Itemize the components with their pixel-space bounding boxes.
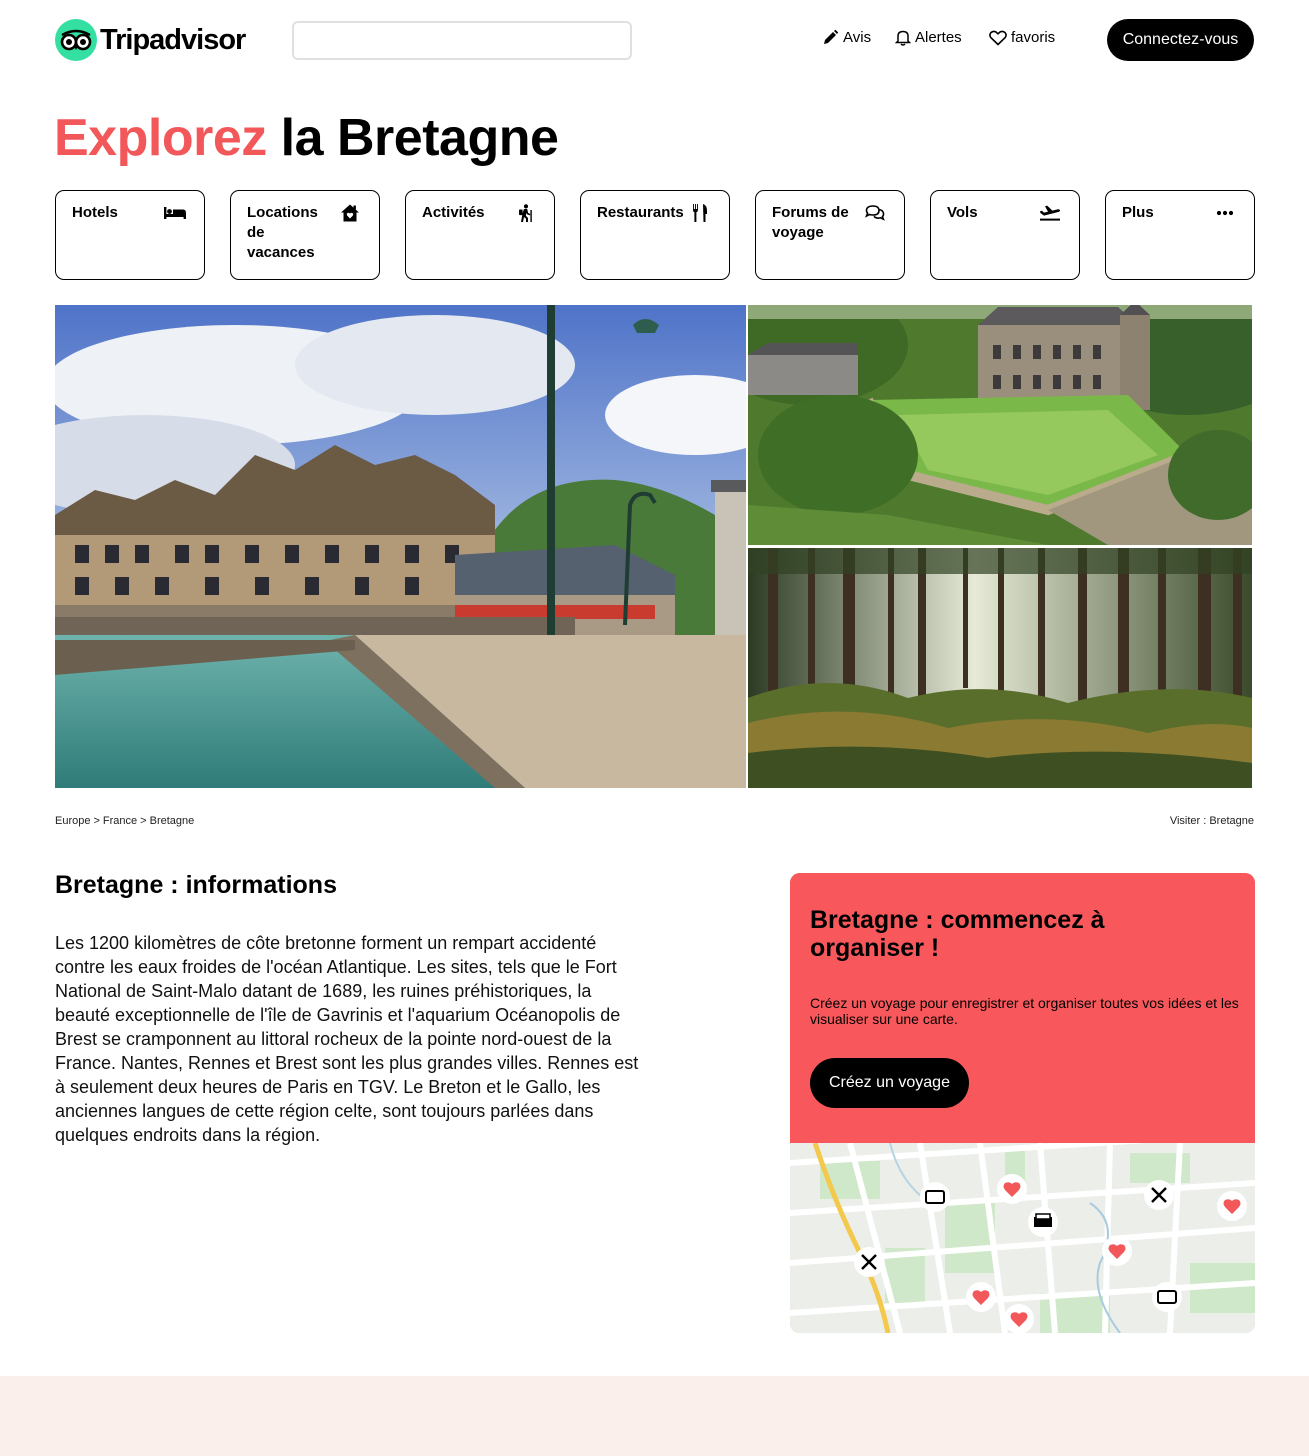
site-header: Tripadvisor Avis Alertes favoris Connect… [0, 0, 1309, 80]
login-button[interactable]: Connectez-vous [1107, 19, 1254, 61]
trip-description: Créez un voyage pour enregistrer et orga… [810, 995, 1239, 1027]
breadcrumb-separator: > [93, 815, 100, 827]
trip-planner-header: Bretagne : commencez à organiser ! Créez… [790, 873, 1255, 1143]
trip-title: Bretagne : commencez à organiser ! [810, 906, 1105, 962]
search-input[interactable] [292, 21, 632, 60]
trip-map[interactable] [790, 1143, 1255, 1333]
tile-activities[interactable]: Activités [405, 190, 555, 280]
tile-flights[interactable]: Vols [930, 190, 1080, 280]
nav-reviews-label: Avis [843, 29, 872, 46]
breadcrumb-bretagne: Bretagne [149, 815, 195, 827]
visit-label: Visiter : Bretagne [1169, 815, 1254, 827]
photo-harbor-town[interactable] [55, 305, 746, 788]
brand-name: Tripadvisor [100, 23, 246, 56]
breadcrumb-europe[interactable]: Europe [55, 815, 90, 827]
tile-label: Restaurants [597, 204, 684, 221]
tile-more[interactable]: Plus [1105, 190, 1255, 280]
tile-travel-forums[interactable]: Forums de voyage [755, 190, 905, 280]
house-icon [339, 204, 361, 222]
tripadvisor-logo[interactable]: Tripadvisor [55, 19, 246, 61]
tile-hotels[interactable]: Hotels [55, 190, 205, 280]
category-tiles: Hotels Locations de vacances Activités R… [55, 190, 1255, 280]
owl-logo-icon [55, 19, 97, 61]
tile-vacation-rentals[interactable]: Locations de vacances [230, 190, 380, 280]
tile-label: Vols [947, 204, 978, 221]
bell-icon [895, 29, 911, 46]
tile-label: Locations de vacances [247, 204, 318, 261]
nav-alerts-label: Alertes [915, 29, 962, 46]
pencil-icon [822, 29, 839, 46]
photo-forest[interactable] [748, 548, 1252, 788]
create-trip-button[interactable]: Créez un voyage [810, 1058, 969, 1108]
breadcrumb-france[interactable]: France [103, 815, 137, 827]
page-title-rest: la Bretagne [266, 109, 559, 167]
cutlery-icon [689, 204, 711, 222]
bed-icon [164, 204, 186, 222]
breadcrumb: Europe > France > Bretagne [55, 815, 194, 827]
nav-favorites-label: favoris [1011, 29, 1056, 46]
footer-band [0, 1376, 1309, 1456]
page-title: Explorez la Bretagne [54, 108, 559, 168]
nav-reviews[interactable]: Avis [822, 29, 871, 46]
chat-bubbles-icon [864, 204, 886, 222]
tile-label: Hotels [72, 204, 118, 221]
page-title-highlight: Explorez [54, 109, 267, 167]
tile-label: Forums de voyage [772, 204, 849, 241]
breadcrumb-separator: > [140, 815, 147, 827]
heart-icon [989, 30, 1007, 46]
tile-label: Activités [422, 204, 485, 221]
info-title: Bretagne : informations [55, 871, 337, 899]
plane-icon [1039, 204, 1061, 222]
photo-chateau[interactable] [748, 305, 1252, 545]
nav-favorites[interactable]: favoris [989, 29, 1055, 46]
tile-restaurants[interactable]: Restaurants [580, 190, 730, 280]
photo-gallery [55, 305, 1252, 788]
tile-label: Plus [1122, 204, 1154, 221]
hiker-icon [514, 204, 536, 222]
nav-alerts[interactable]: Alertes [895, 29, 962, 46]
more-icon [1214, 204, 1236, 222]
trip-planner-card: Bretagne : commencez à organiser ! Créez… [790, 873, 1255, 1333]
info-text: Les 1200 kilomètres de côte bretonne for… [55, 933, 639, 1145]
